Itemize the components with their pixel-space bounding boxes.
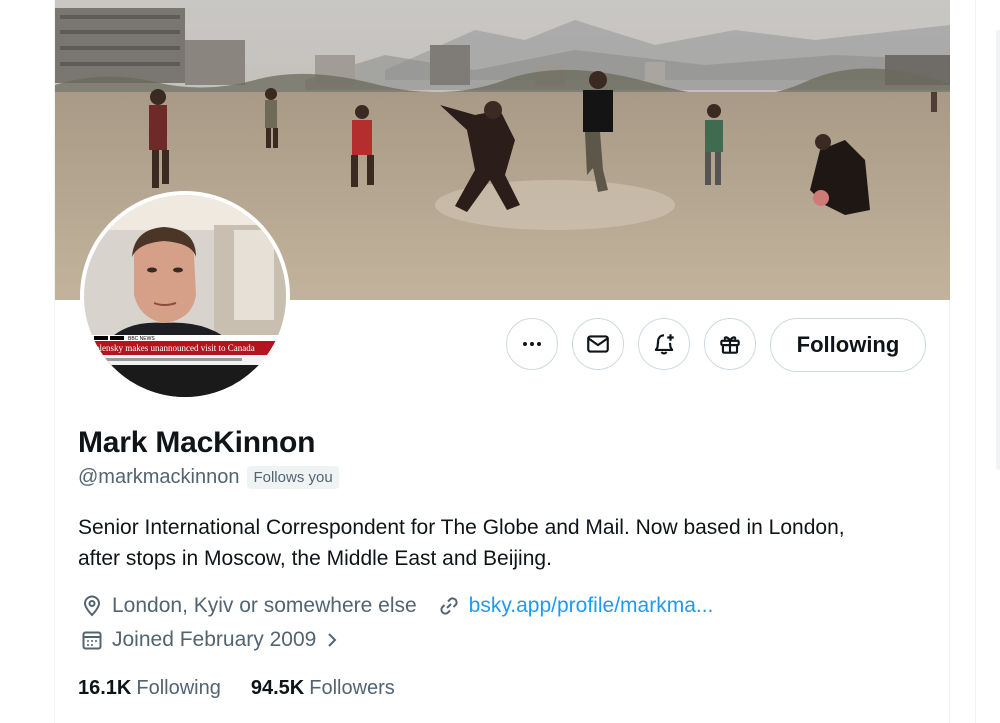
following-count: 16.1K [78, 677, 132, 699]
chevron-right-icon [324, 630, 340, 650]
followers-count: 94.5K [250, 677, 305, 699]
following-stat[interactable]: 16.1K Following [78, 677, 221, 700]
website-link[interactable]: bsky.app/profile/markma... [469, 594, 714, 618]
notify-button[interactable] [638, 318, 690, 370]
message-button[interactable] [572, 318, 624, 370]
avatar-headline: Zelensky makes unannounced visit to Cana… [90, 343, 255, 353]
followers-stat[interactable]: 94.5K Followers [251, 677, 395, 700]
avatar[interactable]: BBC NEWS Zelensky makes unannounced visi… [80, 191, 290, 401]
calendar-icon [80, 628, 104, 652]
handle-row: @markmackinnon Follows you [78, 466, 339, 489]
profile-meta: London, Kyiv or somewhere else bsky.app/… [80, 594, 713, 618]
following-label: Following [136, 677, 221, 699]
follow-stats: 16.1K Following 94.5K Followers [78, 677, 395, 700]
gift-button[interactable] [704, 318, 756, 370]
sidebar-edge [975, 0, 1000, 723]
bio-line: Senior International Correspondent for T… [78, 516, 845, 539]
more-icon [523, 342, 541, 346]
bell-plus-icon [654, 334, 674, 355]
profile-name: Mark MacKinnon [78, 426, 316, 459]
gift-icon [720, 336, 740, 354]
location-item: London, Kyiv or somewhere else [80, 594, 417, 618]
following-button[interactable]: Following [770, 318, 926, 372]
mail-icon [587, 335, 609, 353]
link-icon [437, 594, 461, 618]
follows-you-badge: Follows you [247, 466, 339, 489]
profile-handle: @markmackinnon [78, 466, 240, 488]
profile-bio: Senior International Correspondent for T… [78, 512, 938, 574]
location-pin-icon [80, 594, 104, 618]
more-button[interactable] [506, 318, 558, 370]
joined-row[interactable]: Joined February 2009 [80, 628, 340, 652]
location-text: London, Kyiv or somewhere else [112, 594, 417, 617]
bio-line: after stops in Moscow, the Middle East a… [78, 547, 552, 570]
website-item[interactable]: bsky.app/profile/markma... [437, 594, 714, 618]
followers-label: Followers [309, 677, 395, 699]
joined-text: Joined February 2009 [112, 628, 317, 651]
